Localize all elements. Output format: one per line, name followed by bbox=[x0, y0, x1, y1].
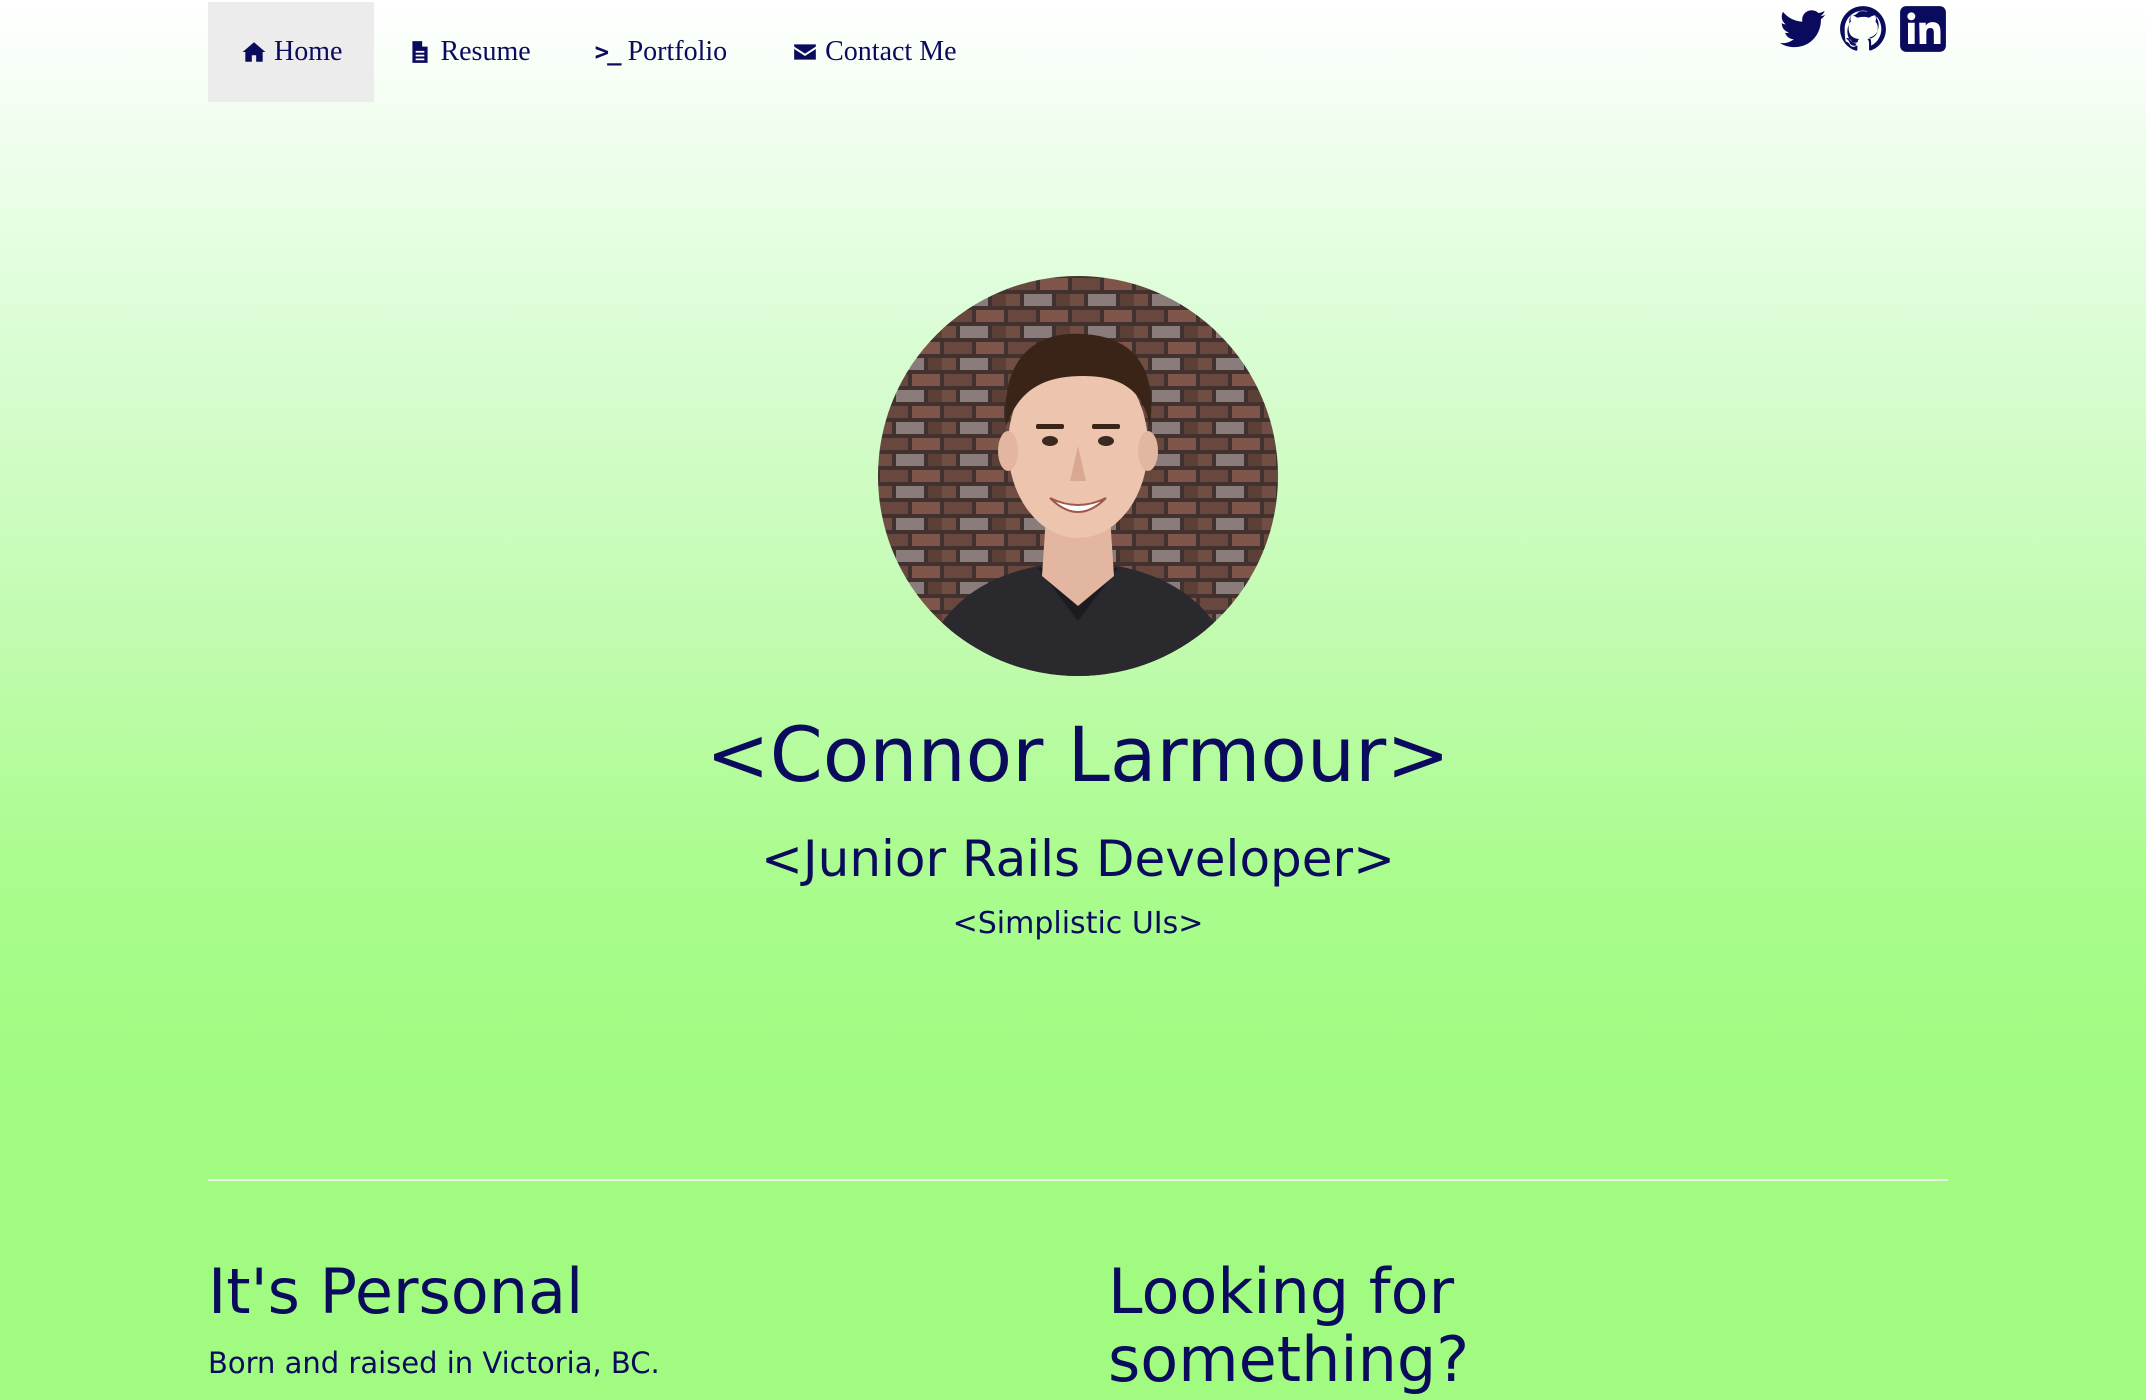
nav-home-label: Home bbox=[274, 36, 343, 67]
personal-heading: It's Personal bbox=[208, 1255, 584, 1328]
document-icon bbox=[406, 38, 434, 66]
social-links bbox=[1778, 4, 1948, 54]
envelope-icon bbox=[791, 38, 819, 66]
personal-section: It's Personal Born and raised in Victori… bbox=[208, 1255, 1008, 1381]
hero-title: <Junior Rails Developer> bbox=[760, 830, 1395, 888]
nav-contact-label: Contact Me bbox=[825, 36, 957, 67]
nav-resume-label: Resume bbox=[440, 36, 531, 67]
hero-subtitle: <Simplistic UIs> bbox=[952, 906, 1204, 941]
nav-home[interactable]: Home bbox=[208, 2, 375, 102]
linkedin-icon[interactable] bbox=[1898, 4, 1948, 54]
main-nav: Home Resume >_ Portfolio Contact Me bbox=[208, 2, 989, 102]
nav-portfolio[interactable]: >_ Portfolio bbox=[563, 2, 759, 102]
page: Home Resume >_ Portfolio Contact Me <Con… bbox=[208, 0, 1948, 1400]
looking-heading: Looking for something? bbox=[1108, 1255, 1470, 1396]
twitter-icon[interactable] bbox=[1778, 4, 1828, 54]
hero-name: <Connor Larmour> bbox=[706, 710, 1450, 799]
terminal-icon: >_ bbox=[594, 38, 622, 66]
nav-resume[interactable]: Resume bbox=[374, 2, 562, 102]
profile-photo bbox=[878, 276, 1278, 676]
personal-text: Born and raised in Victoria, BC. bbox=[208, 1346, 660, 1380]
section-divider bbox=[208, 1179, 1948, 1181]
looking-section: Looking for something? bbox=[1108, 1258, 1708, 1394]
nav-contact[interactable]: Contact Me bbox=[759, 2, 988, 102]
profile-photo-image bbox=[878, 276, 1278, 676]
home-icon bbox=[240, 38, 268, 66]
nav-portfolio-label: Portfolio bbox=[627, 36, 728, 67]
github-icon[interactable] bbox=[1838, 4, 1888, 54]
